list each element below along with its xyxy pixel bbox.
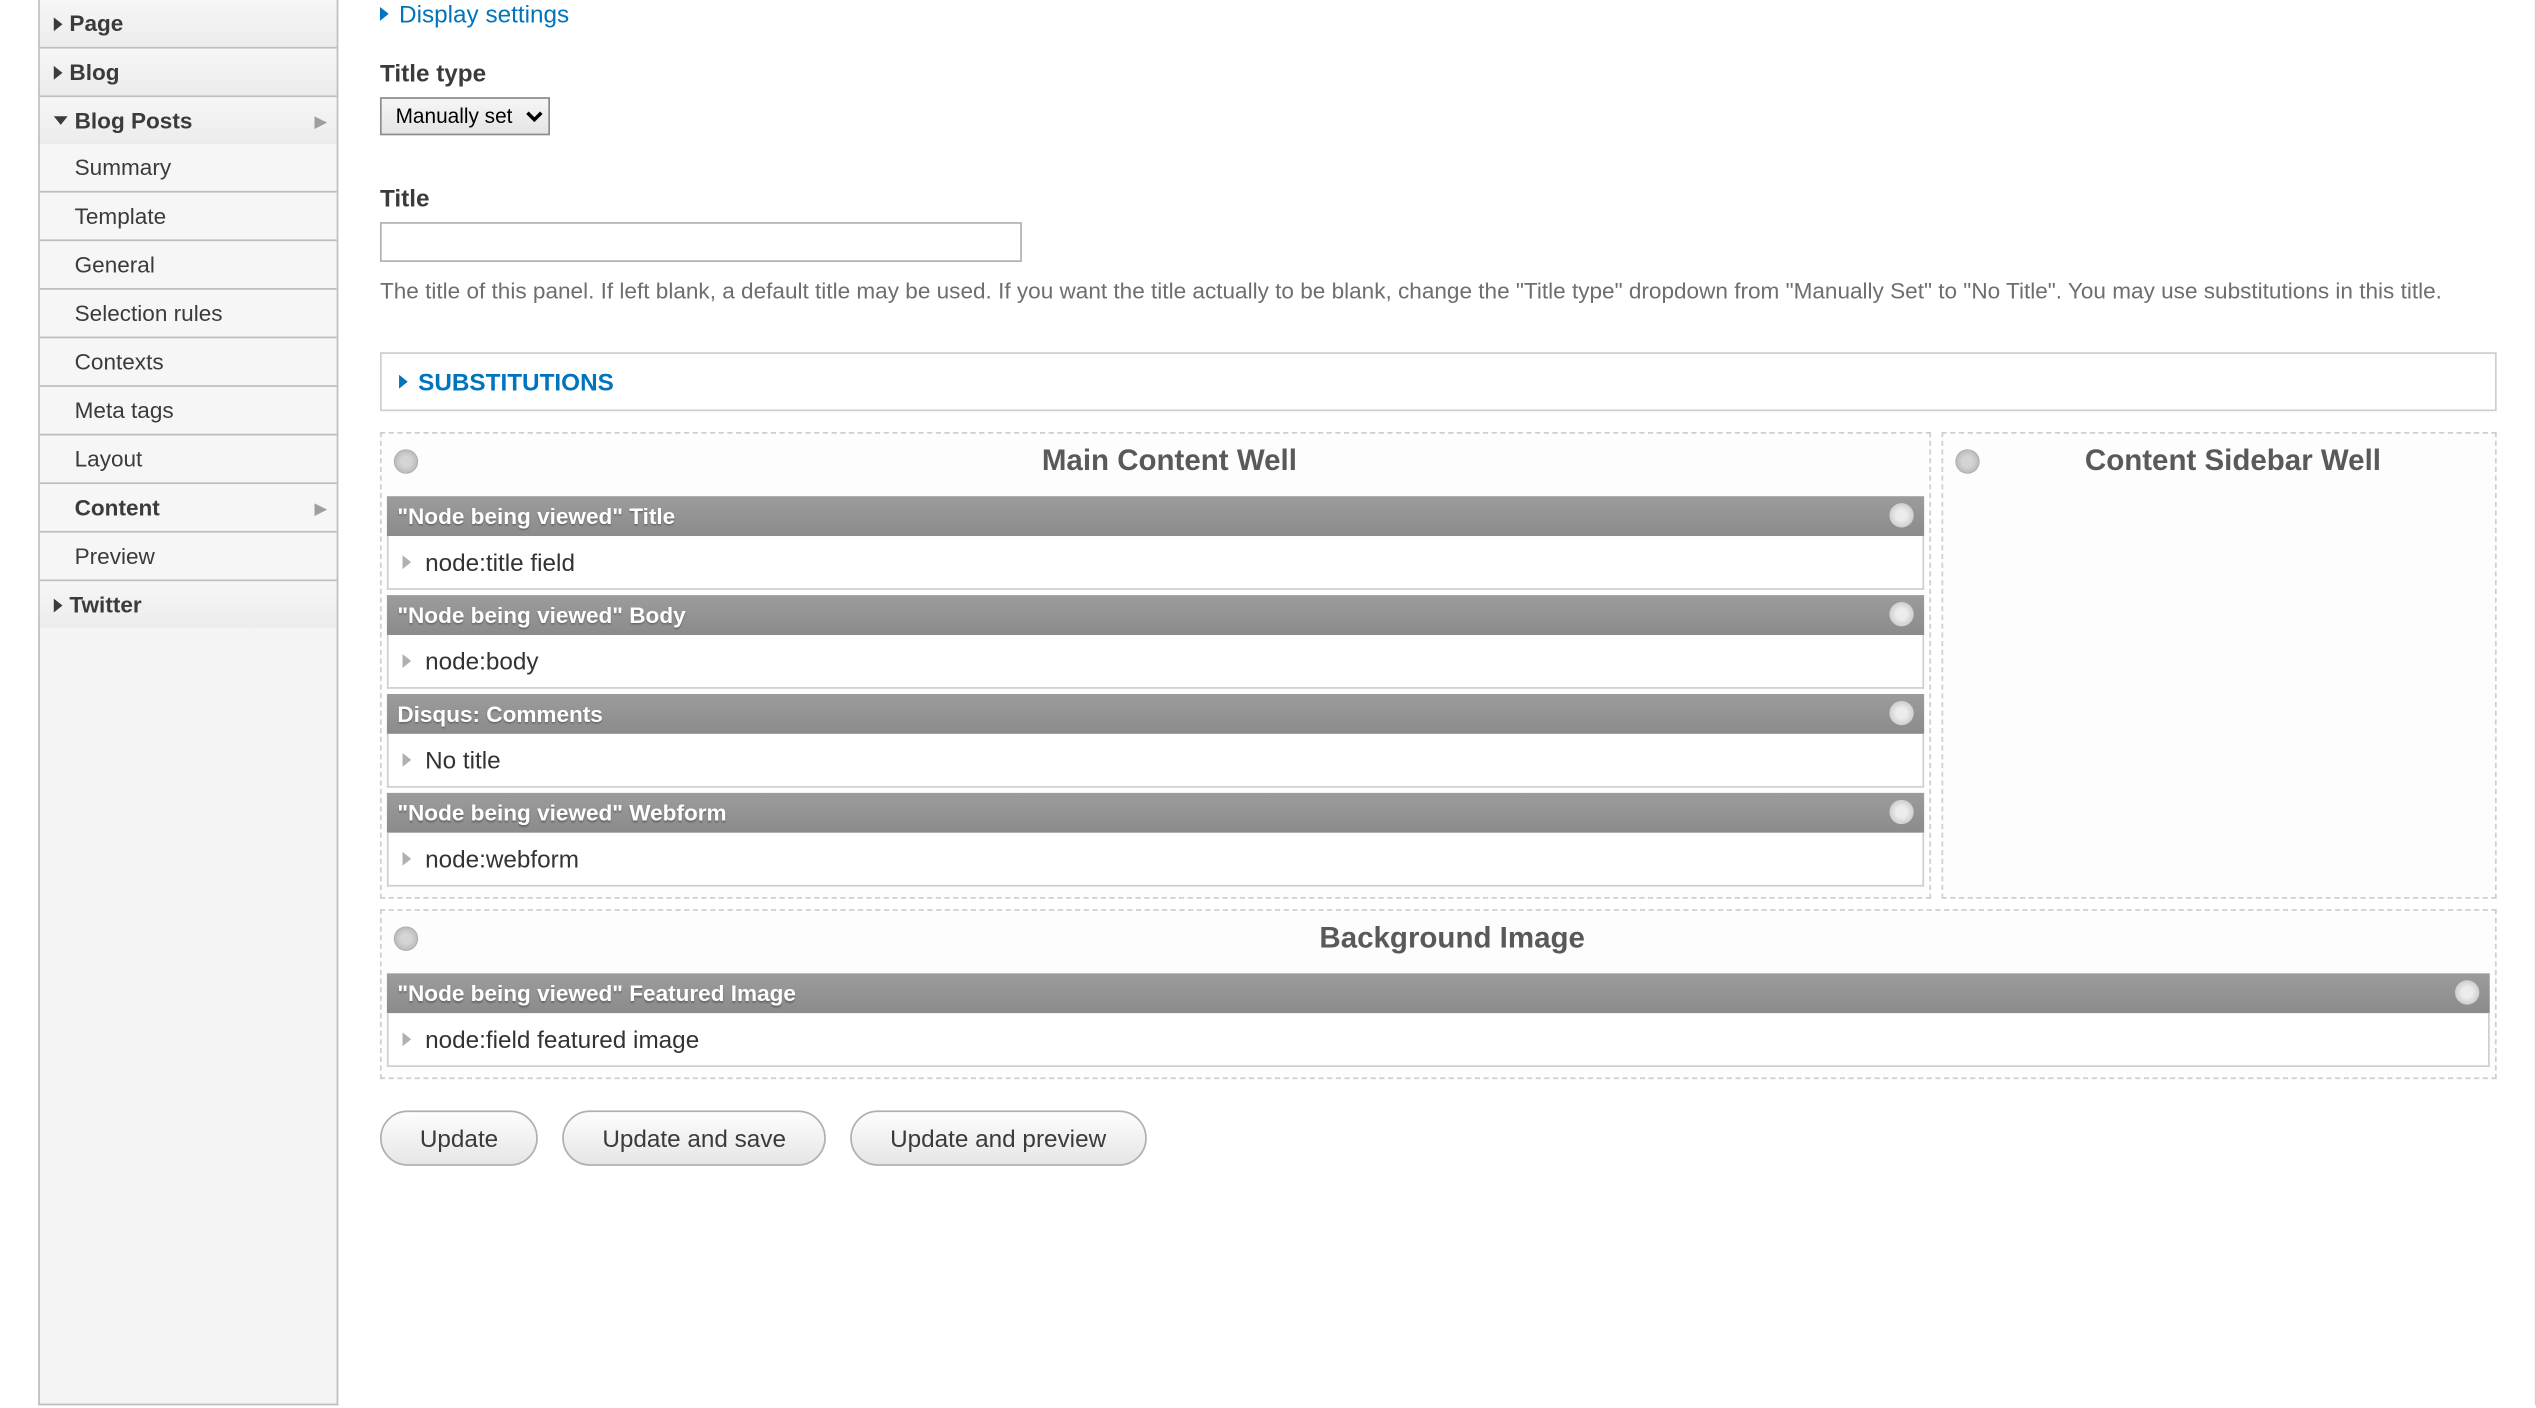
title-description: The title of this panel. If left blank, … xyxy=(380,276,2497,306)
caret-right-icon xyxy=(399,374,408,388)
region-title: Content Sidebar Well xyxy=(1980,443,2487,478)
pane-header-label: "Node being viewed" Title xyxy=(397,502,675,528)
sidebar-item-layout[interactable]: Layout xyxy=(40,434,337,483)
sidebar-item-label: Content xyxy=(75,494,160,520)
sidebar-item-general[interactable]: General xyxy=(40,239,337,288)
pane-body-label[interactable]: node:field featured image xyxy=(425,1025,699,1053)
pane-header-label: "Node being viewed" Webform xyxy=(397,799,726,825)
gear-icon[interactable] xyxy=(2455,980,2479,1004)
sidebar-item-content[interactable]: Content ▸ xyxy=(40,482,337,531)
pane-body-label[interactable]: node:title field xyxy=(425,547,575,575)
title-input[interactable] xyxy=(380,222,1022,262)
caret-down-icon xyxy=(54,116,68,125)
sidebar-item-label: Summary xyxy=(75,154,172,180)
pane-body-label[interactable]: No title xyxy=(425,745,501,773)
pane-header-label: "Node being viewed" Body xyxy=(397,601,685,627)
title-type-label: Title type xyxy=(380,59,2497,87)
gear-icon[interactable] xyxy=(1889,800,1913,824)
pane-node-body: "Node being viewed" Body node:body xyxy=(387,594,1924,688)
gear-icon[interactable] xyxy=(1889,701,1913,725)
main-content: Display settings Title type Manually set… xyxy=(338,0,2536,1405)
sidebar-item-blog[interactable]: Blog xyxy=(40,47,337,96)
sidebar-item-label: Meta tags xyxy=(75,397,174,423)
nav-sidebar: Page Blog Blog Posts ▸ Summary Template … xyxy=(38,0,338,1405)
caret-right-icon xyxy=(403,554,412,568)
substitutions-label: Substitutions xyxy=(418,367,614,395)
sidebar-sub-blog-posts: Summary Template General Selection rules… xyxy=(40,144,337,579)
chevron-right-icon: ▸ xyxy=(315,107,326,135)
caret-right-icon xyxy=(403,851,412,865)
region-content-sidebar-well: Content Sidebar Well xyxy=(1941,431,2496,898)
sidebar-item-selection-rules[interactable]: Selection rules xyxy=(40,288,337,337)
sidebar-item-label: Preview xyxy=(75,543,155,569)
pane-header[interactable]: "Node being viewed" Featured Image xyxy=(387,973,2490,1013)
region-background-image: Background Image "Node being viewed" Fea… xyxy=(380,908,2497,1078)
pane-disqus-comments: Disqus: Comments No title xyxy=(387,693,1924,787)
sidebar-item-blog-posts[interactable]: Blog Posts ▸ xyxy=(40,95,337,144)
pane-header[interactable]: "Node being viewed" Body xyxy=(387,594,1924,634)
pane-header[interactable]: "Node being viewed" Webform xyxy=(387,792,1924,832)
update-save-button[interactable]: Update and save xyxy=(562,1110,825,1166)
caret-right-icon xyxy=(403,653,412,667)
sidebar-item-label: Blog Posts xyxy=(75,108,193,134)
pane-header[interactable]: "Node being viewed" Title xyxy=(387,495,1924,535)
sidebar-item-contexts[interactable]: Contexts xyxy=(40,337,337,386)
gear-icon[interactable] xyxy=(1889,503,1913,527)
sidebar-item-twitter[interactable]: Twitter xyxy=(40,579,337,628)
sidebar-item-meta-tags[interactable]: Meta tags xyxy=(40,385,337,434)
sidebar-item-label: Blog xyxy=(69,59,119,85)
region-main-content-well: Main Content Well "Node being viewed" Ti… xyxy=(380,431,1931,898)
pane-header-label: Disqus: Comments xyxy=(397,700,603,726)
caret-right-icon xyxy=(403,752,412,766)
sidebar-item-label: Twitter xyxy=(69,592,141,618)
substitutions-toggle[interactable]: Substitutions xyxy=(399,367,614,395)
pane-header-label: "Node being viewed" Featured Image xyxy=(397,979,796,1005)
pane-body-label[interactable]: node:webform xyxy=(425,844,579,872)
gear-icon[interactable] xyxy=(1955,449,1979,473)
caret-right-icon xyxy=(54,16,63,30)
update-preview-button[interactable]: Update and preview xyxy=(850,1110,1146,1166)
sidebar-item-label: Page xyxy=(69,10,123,36)
pane-featured-image: "Node being viewed" Featured Image node:… xyxy=(387,973,2490,1067)
region-title: Background Image xyxy=(418,920,2486,955)
title-label: Title xyxy=(380,184,2497,212)
title-type-select[interactable]: Manually set xyxy=(380,97,550,135)
pane-node-webform: "Node being viewed" Webform node:webform xyxy=(387,792,1924,886)
pane-body-label[interactable]: node:body xyxy=(425,646,538,674)
pane-header[interactable]: Disqus: Comments xyxy=(387,693,1924,733)
caret-right-icon xyxy=(403,1032,412,1046)
gear-icon[interactable] xyxy=(1889,602,1913,626)
display-settings-link[interactable]: Display settings xyxy=(380,0,569,42)
sidebar-item-label: Selection rules xyxy=(75,300,223,326)
caret-right-icon xyxy=(380,7,389,21)
caret-right-icon xyxy=(54,598,63,612)
caret-right-icon xyxy=(54,65,63,79)
gear-icon[interactable] xyxy=(394,926,418,950)
sidebar-item-label: General xyxy=(75,252,155,278)
sidebar-item-label: Contexts xyxy=(75,349,164,375)
pane-node-title: "Node being viewed" Title node:title fie… xyxy=(387,495,1924,589)
substitutions-fieldset: Substitutions xyxy=(380,351,2497,410)
sidebar-item-template[interactable]: Template xyxy=(40,191,337,240)
display-settings-label: Display settings xyxy=(399,0,569,28)
sidebar-item-summary[interactable]: Summary xyxy=(40,144,337,191)
region-title: Main Content Well xyxy=(418,443,1921,478)
gear-icon[interactable] xyxy=(394,449,418,473)
sidebar-item-label: Layout xyxy=(75,446,143,472)
update-button[interactable]: Update xyxy=(380,1110,538,1166)
chevron-right-icon: ▸ xyxy=(315,494,326,522)
sidebar-item-page[interactable]: Page xyxy=(40,0,337,47)
sidebar-item-preview[interactable]: Preview xyxy=(40,531,337,580)
sidebar-item-label: Template xyxy=(75,203,167,229)
